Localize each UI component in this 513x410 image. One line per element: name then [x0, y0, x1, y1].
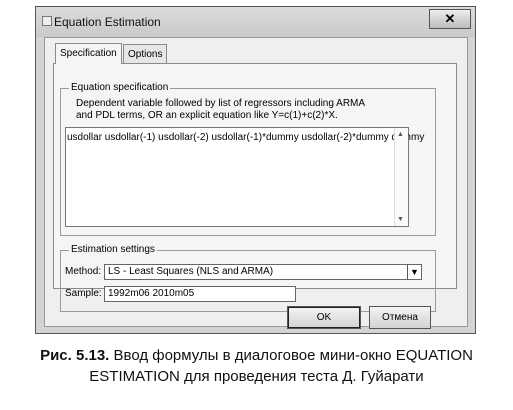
equation-specification-label: Equation specification [69, 82, 171, 94]
figure-caption: Рис. 5.13. Ввод формулы в диалоговое мин… [0, 345, 513, 387]
caption-line1: Рис. 5.13. Ввод формулы в диалоговое мин… [0, 345, 513, 366]
cancel-button[interactable]: Отмена [369, 306, 431, 329]
window-icon [42, 16, 52, 26]
equation-estimation-dialog: Equation Estimation ✕ Specification Opti… [35, 6, 476, 334]
caption-line1-text: Ввод формулы в диалоговое мини-окно EQUA… [113, 347, 473, 364]
estimation-settings-label: Estimation settings [69, 244, 157, 256]
sample-value: 1992m06 2010m05 [108, 288, 195, 299]
ok-button[interactable]: OK [287, 306, 361, 329]
dialog-client-area: Specification Options Equation specifica… [44, 37, 468, 327]
equation-input[interactable]: usdollar usdollar(-1) usdollar(-2) usdol… [65, 127, 424, 227]
method-select[interactable]: LS - Least Squares (NLS and ARMA) ▼ [104, 264, 422, 280]
dialog-title: Equation Estimation [54, 15, 161, 29]
title-bar: Equation Estimation ✕ [36, 7, 475, 37]
tab-specification[interactable]: Specification [55, 43, 122, 64]
scroll-up-icon[interactable]: ▲ [397, 131, 404, 138]
caption-line2: ESTIMATION для проведения теста Д. Гуйар… [89, 368, 424, 385]
equation-scrollbar[interactable]: ▲ ▼ [394, 128, 408, 226]
caption-prefix: Рис. 5.13. [40, 347, 110, 364]
close-button[interactable]: ✕ [429, 9, 471, 29]
equation-hint-line2: and PDL terms, OR an explicit equation l… [76, 110, 338, 121]
specification-panel: Equation specification Dependent variabl… [53, 63, 457, 312]
sample-label: Sample: [65, 288, 102, 299]
equation-specification-group: Equation specification Dependent variabl… [60, 82, 436, 236]
method-value: LS - Least Squares (NLS and ARMA) [108, 266, 274, 277]
method-label: Method: [65, 266, 102, 277]
equation-hint-line1: Dependent variable followed by list of r… [76, 98, 366, 109]
estimation-settings-group: Estimation settings Method: LS - Least S… [60, 244, 436, 312]
tab-options[interactable]: Options [123, 44, 168, 63]
sample-input[interactable]: 1992m06 2010m05 [104, 286, 296, 302]
equation-text: usdollar usdollar(-1) usdollar(-2) usdol… [67, 132, 425, 143]
scroll-down-icon[interactable]: ▼ [397, 216, 404, 223]
chevron-down-icon[interactable]: ▼ [407, 265, 421, 279]
